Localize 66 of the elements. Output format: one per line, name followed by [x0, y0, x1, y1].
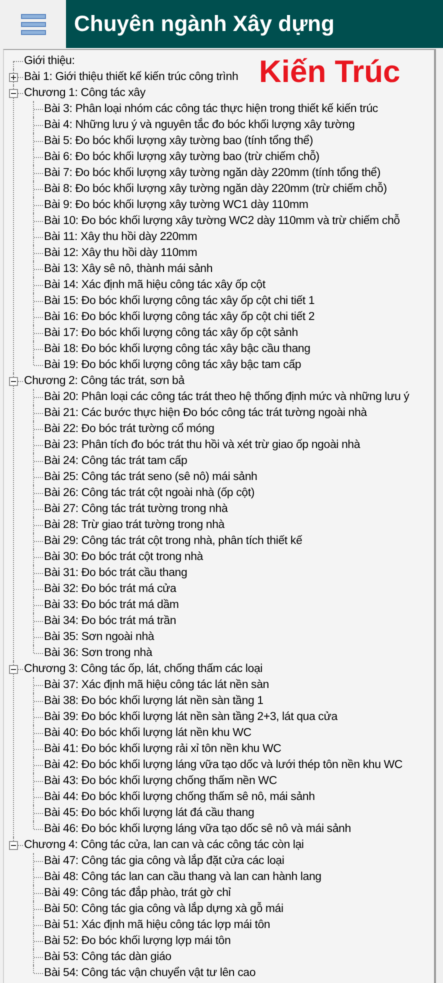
tree-item[interactable]: Bài 7: Đo bóc khối lượng xây tường ngăn dày 220mm (tính tổng thể) [44, 166, 380, 180]
tree-item[interactable]: Bài 12: Xây thu hồi dày 110mm [44, 246, 198, 260]
tree-item[interactable]: Bài 22: Đo bóc trát tường cổ móng [44, 422, 214, 436]
tree-item[interactable]: Bài 33: Đo bóc trát má dầm [44, 598, 179, 612]
tree-item[interactable]: Bài 9: Đo bóc khối lượng xây tường WC1 dày 110mm [44, 198, 308, 212]
tree-item[interactable]: Bài 11: Xây thu hồi dày 220mm [44, 230, 198, 244]
tree-item[interactable]: Bài 37: Xác định mã hiệu công tác lát nền sàn [44, 678, 269, 692]
tree-item[interactable]: Bài 30: Đo bóc trát cột trong nhà [44, 550, 203, 564]
tree-item[interactable]: Bài 3: Phân loại nhóm các công tác thực hiện trong thiết kế kiến trúc [44, 102, 378, 116]
tree-item[interactable]: Bài 53: Công tác dàn giáo [44, 950, 172, 964]
tree-item[interactable]: Bài 17: Đo bóc khối lượng công tác xây ốp cột sảnh [44, 326, 298, 340]
tree-item[interactable]: Chương 2: Công tác trát, sơn bả [24, 374, 184, 388]
tree-item[interactable]: Bài 52: Đo bóc khối lượng lợp mái tôn [44, 934, 231, 948]
tree-item[interactable]: Bài 10: Đo bóc khối lượng xây tường WC2 dày 110mm và trừ chiếm chỗ [44, 214, 400, 228]
tree-item[interactable]: Bài 14: Xác định mã hiệu công tác xây ốp cột [44, 278, 266, 292]
tree-item[interactable]: Bài 44: Đo bóc khối lượng chống thấm sê nô, mái sảnh [44, 790, 315, 804]
tree-item[interactable]: Bài 13: Xây sê nô, thành mái sảnh [44, 262, 213, 276]
tree-item[interactable]: Bài 51: Xác định mã hiệu công tác lợp mái tôn [44, 918, 270, 932]
tree-item[interactable]: Bài 46: Đo bóc khối lượng láng vữa tạo dốc sê nô và mái sảnh [44, 822, 351, 836]
tree-item[interactable]: Chương 4: Công tác cửa, lan can và các công tác còn lại [24, 838, 304, 852]
tree-item[interactable]: Bài 1: Giới thiệu thiết kế kiến trúc công trình [24, 70, 238, 84]
tree-item[interactable]: Bài 41: Đo bóc khối lượng rải xỉ tôn nền khu WC [44, 742, 282, 756]
tree-item[interactable]: Bài 31: Đo bóc trát cầu thang [44, 566, 188, 580]
tree-toggle[interactable] [9, 665, 18, 674]
tree-item[interactable]: Bài 6: Đo bóc khối lượng xây tường bao (trừ chiếm chỗ) [44, 150, 320, 164]
tree-item[interactable]: Bài 34: Đo bóc trát má trần [44, 614, 176, 628]
page-title: Chuyên ngành Xây dựng [74, 11, 334, 37]
tree-item[interactable]: Bài 42: Đo bóc khối lượng láng vữa tạo dốc và lưới thép tôn nền khu WC [44, 758, 403, 772]
tree-item[interactable]: Bài 28: Trừ giao trát tường trong nhà [44, 518, 224, 532]
tree-item[interactable]: Bài 5: Đo bóc khối lượng xây tường bao (tính tổng thể) [44, 134, 314, 148]
tree-item[interactable]: Bài 50: Công tác gia công và lắp dựng xà gỗ mái [44, 902, 284, 916]
tree-item[interactable]: Bài 24: Công tác trát tam cấp [44, 454, 188, 468]
tree-toggle[interactable] [9, 841, 18, 850]
tree-toggle[interactable] [9, 377, 18, 386]
tree-item[interactable]: Bài 8: Đo bóc khối lượng xây tường ngăn dày 220mm (trừ chiếm chỗ) [44, 182, 387, 196]
tree-item[interactable]: Bài 23: Phân tích đo bóc trát thu hồi và xét trừ giao ốp ngoài nhà [44, 438, 360, 452]
overlay-label: Kiến Trúc [259, 54, 400, 90]
tree-item[interactable]: Bài 15: Đo bóc khối lượng công tác xây ốp cột chi tiết 1 [44, 294, 315, 308]
tree-item[interactable]: Bài 29: Công tác trát cột trong nhà, phân tích thiết kế [44, 534, 302, 548]
tree-item[interactable]: Bài 21: Các bước thực hiện Đo bóc công tác trát tường ngoài nhà [44, 406, 367, 420]
tree-toggle[interactable] [9, 73, 18, 82]
tree-item[interactable]: Bài 39: Đo bóc khối lượng lát nền sàn tầng 2+3, lát qua cửa [44, 710, 338, 724]
tree-item[interactable]: Bài 26: Công tác trát cột ngoài nhà (ốp cột) [44, 486, 254, 500]
tree-item[interactable]: Bài 16: Đo bóc khối lượng công tác xây ốp cột chi tiết 2 [44, 310, 315, 324]
tree-item[interactable]: Bài 43: Đo bóc khối lượng chống thấm nền WC [44, 774, 277, 788]
tree-item[interactable]: Bài 47: Công tác gia công và lắp đặt cửa các loại [44, 854, 284, 868]
tree-item[interactable]: Bài 54: Công tác vận chuyển vật tư lên cao [44, 966, 256, 980]
tree-item[interactable]: Bài 49: Công tác đắp phào, trát gờ chỉ [44, 886, 231, 900]
tree-item[interactable]: Bài 36: Sơn trong nhà [44, 646, 152, 660]
tree-item[interactable]: Bài 35: Sơn ngoài nhà [44, 630, 154, 644]
tree-item[interactable]: Bài 48: Công tác lan can cầu thang và lan can hành lang [44, 870, 322, 884]
tree-item[interactable]: Chương 1: Công tác xây [24, 86, 146, 100]
tree-item[interactable]: Bài 38: Đo bóc khối lượng lát nền sàn tầng 1 [44, 694, 264, 708]
tree-item[interactable]: Bài 32: Đo bóc trát má cửa [44, 582, 176, 596]
tree-item[interactable]: Chương 3: Công tác ốp, lát, chống thấm các loại [24, 662, 263, 676]
tree-item[interactable]: Bài 19: Đo bóc khối lượng công tác xây bậc tam cấp [44, 358, 302, 372]
tree-item[interactable]: Bài 45: Đo bóc khối lượng lát đá cầu thang [44, 806, 254, 820]
tree-item[interactable]: Bài 4: Những lưu ý và nguyên tắc đo bóc khối lượng xây tường [44, 118, 355, 132]
tree-item[interactable]: Bài 27: Công tác trát tường trong nhà [44, 502, 228, 516]
tree-item[interactable]: Bài 40: Đo bóc khối lượng lát nền khu WC [44, 726, 252, 740]
tree-toggle[interactable] [9, 89, 18, 98]
tree-item[interactable]: Bài 20: Phân loại các công tác trát theo hệ thống định mức và những lưu ý [44, 390, 410, 404]
tree-item[interactable]: Bài 18: Đo bóc khối lượng công tác xây bậc cầu thang [44, 342, 310, 356]
tree-item[interactable]: Giới thiệu: [24, 54, 75, 68]
menu-icon[interactable] [20, 14, 46, 34]
tree-item[interactable]: Bài 25: Công tác trát seno (sê nô) mái sảnh [44, 470, 258, 484]
